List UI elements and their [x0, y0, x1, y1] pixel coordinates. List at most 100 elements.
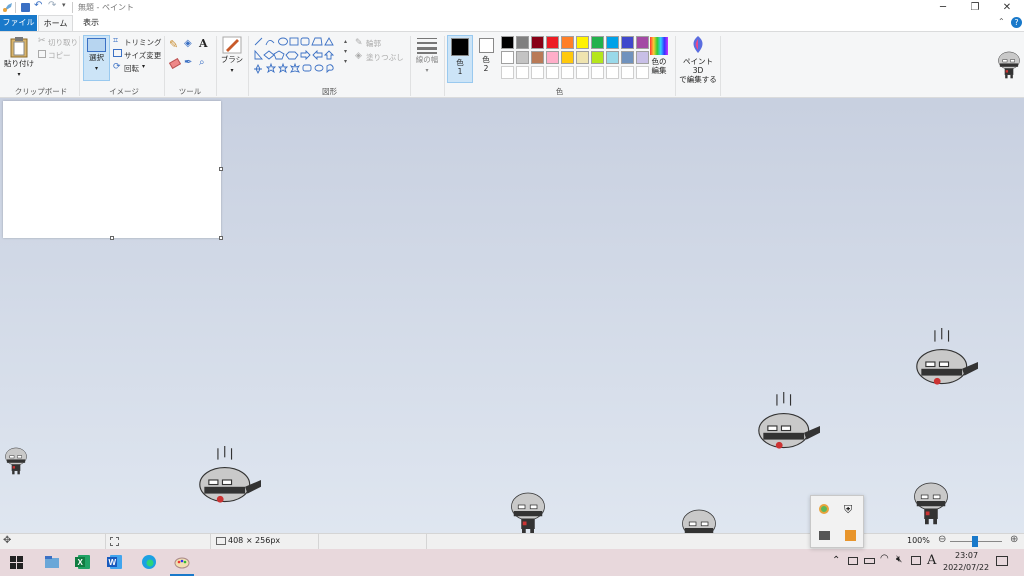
word-icon[interactable]: W — [107, 554, 123, 570]
select-button[interactable]: 選択 ▾ — [83, 35, 110, 81]
fill-button[interactable]: 塗りつぶし — [366, 52, 404, 63]
resize-handle-right[interactable] — [219, 167, 223, 171]
palette-color-swatch[interactable] — [516, 36, 529, 49]
resize-handle-corner[interactable] — [219, 236, 223, 240]
palette-color-swatch[interactable] — [516, 51, 529, 64]
color-picker-icon[interactable]: ✒ — [184, 57, 192, 68]
fill-bucket-icon[interactable]: ◈ — [184, 38, 192, 49]
line-width-icon — [417, 38, 437, 54]
qat-dropdown-icon[interactable]: ▾ — [62, 1, 66, 9]
image-size-text: 408 × 256px — [228, 536, 281, 545]
palette-custom-slot[interactable] — [606, 66, 619, 79]
pencil-icon[interactable]: ✎ — [169, 38, 178, 51]
palette-custom-slot[interactable] — [636, 66, 649, 79]
palette-color-swatch[interactable] — [501, 51, 514, 64]
minimize-button[interactable]: ─ — [926, 0, 960, 15]
zoom-in-icon[interactable]: ⊕ — [1010, 534, 1018, 545]
palette-custom-slot[interactable] — [576, 66, 589, 79]
brushes-button[interactable]: ブラシ ▾ — [219, 36, 245, 82]
tab-file[interactable]: ファイル — [0, 15, 37, 31]
shapes-scroll-icon[interactable]: ▴ ▾ ▾ — [344, 37, 347, 67]
palette-custom-slot[interactable] — [501, 66, 514, 79]
palette-color-swatch[interactable] — [636, 51, 649, 64]
meet-now-icon[interactable] — [848, 557, 858, 565]
copy-button[interactable]: コピー — [48, 50, 71, 61]
drawing-canvas[interactable] — [3, 101, 221, 238]
palette-custom-slot[interactable] — [621, 66, 634, 79]
zoom-out-icon[interactable]: ⊖ — [938, 534, 946, 545]
zoom-slider-thumb[interactable] — [972, 536, 978, 547]
color2-button[interactable]: 色 2 — [475, 35, 497, 83]
file-explorer-icon[interactable] — [44, 554, 60, 570]
palette-color-swatch[interactable] — [606, 51, 619, 64]
cut-button[interactable]: 切り取り — [48, 37, 78, 48]
app-tray-icon[interactable] — [845, 530, 856, 541]
shapes-group-label: 図形 — [322, 87, 337, 96]
palette-color-swatch[interactable] — [546, 51, 559, 64]
edit-colors-button[interactable]: 色の 編集 — [647, 35, 671, 83]
magnifier-icon[interactable]: ⌕ — [199, 57, 205, 68]
copy-icon — [38, 50, 46, 58]
palette-color-swatch[interactable] — [621, 36, 634, 49]
restore-button[interactable]: ❐ — [958, 0, 992, 15]
palette-custom-slot[interactable] — [546, 66, 559, 79]
tab-view[interactable]: 表示 — [76, 15, 106, 31]
edge-icon[interactable] — [141, 554, 157, 570]
palette-color-swatch[interactable] — [561, 51, 574, 64]
ime-mode[interactable]: A — [927, 553, 936, 568]
size-button[interactable]: 線の幅 ▾ — [413, 36, 441, 80]
security-shield-icon[interactable]: ⛨ — [844, 503, 852, 517]
show-hidden-icons-icon[interactable]: ⌃ — [832, 555, 840, 566]
paste-button[interactable]: 貼り付け ▾ — [4, 36, 34, 82]
update-check-icon[interactable] — [819, 504, 829, 514]
network-icon[interactable]: ◠ — [880, 553, 889, 564]
color1-button[interactable]: 色 1 — [447, 35, 473, 83]
palette-color-swatch[interactable] — [531, 51, 544, 64]
close-button[interactable]: ✕ — [990, 0, 1024, 15]
resize-button[interactable]: サイズ変更 — [124, 50, 161, 61]
clock-date[interactable]: 2022/07/22 — [943, 563, 989, 572]
paint3d-button[interactable]: ペイント 3D で編集する — [678, 35, 718, 84]
palette-color-swatch[interactable] — [546, 36, 559, 49]
palette-color-swatch[interactable] — [576, 51, 589, 64]
palette-color-swatch[interactable] — [621, 51, 634, 64]
excel-icon[interactable]: X — [75, 554, 91, 570]
redo-icon[interactable]: ↷ — [48, 0, 56, 11]
eraser-icon[interactable] — [168, 57, 182, 70]
battery-icon[interactable] — [864, 558, 875, 564]
paint-taskbar-icon[interactable] — [174, 554, 190, 570]
palette-color-swatch[interactable] — [636, 36, 649, 49]
resize-handle-bottom[interactable] — [110, 236, 114, 240]
paint-app-icon[interactable] — [2, 2, 13, 13]
tab-home[interactable]: ホーム — [38, 15, 73, 31]
outline-button[interactable]: 輪郭 — [366, 38, 381, 49]
palette-custom-slot[interactable] — [591, 66, 604, 79]
palette-color-swatch[interactable] — [606, 36, 619, 49]
shapes-gallery[interactable] — [253, 37, 345, 77]
clock-time[interactable]: 23:07 — [955, 551, 978, 560]
palette-color-swatch[interactable] — [591, 51, 604, 64]
collapse-ribbon-icon[interactable]: ⌃ — [998, 17, 1005, 26]
input-indicator-icon[interactable] — [911, 556, 921, 565]
drive-icon[interactable] — [819, 531, 830, 540]
save-icon[interactable] — [21, 3, 30, 12]
color1-swatch — [451, 38, 469, 56]
help-icon[interactable]: ? — [1011, 17, 1022, 28]
mascot-character — [193, 446, 261, 507]
palette-color-swatch[interactable] — [576, 36, 589, 49]
palette-custom-slot[interactable] — [531, 66, 544, 79]
palette-color-swatch[interactable] — [561, 36, 574, 49]
palette-color-swatch[interactable] — [591, 36, 604, 49]
windows-start-icon[interactable] — [10, 556, 26, 572]
text-icon[interactable]: A — [199, 37, 208, 50]
crop-button[interactable]: トリミング — [124, 37, 162, 48]
notification-icon[interactable] — [996, 556, 1008, 566]
rotate-dropdown-icon[interactable]: ▾ — [142, 63, 145, 70]
palette-custom-slot[interactable] — [516, 66, 529, 79]
palette-color-swatch[interactable] — [531, 36, 544, 49]
undo-icon[interactable]: ↶ — [34, 0, 42, 11]
volume-mute-icon[interactable]: 🔇︎ — [896, 554, 902, 565]
rotate-button[interactable]: 回転 — [124, 63, 139, 74]
palette-color-swatch[interactable] — [501, 36, 514, 49]
palette-custom-slot[interactable] — [561, 66, 574, 79]
